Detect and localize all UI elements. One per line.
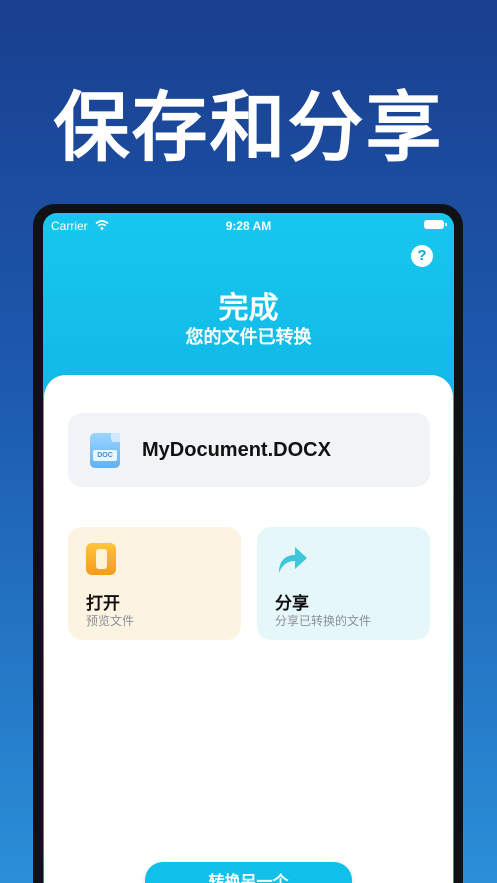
share-arrow-icon [279,547,307,573]
battery-icon [424,220,447,229]
open-file-icon [86,543,116,575]
hero-title: 保存和分享 [53,83,444,172]
app-screen: Carrier 9:28 AM ? 完成 您的文件已转换 DOC MyDocum… [43,213,454,883]
clock: 9:28 AM [225,219,272,233]
share-subtitle: 分享已转换的文件 [275,614,372,628]
convert-another-button[interactable]: 转换另一个 [145,862,352,883]
share-button[interactable]: 分享 分享已转换的文件 [257,527,430,640]
doc-file-tag: DOC [93,450,117,461]
open-title: 打开 [86,594,120,614]
status-bar: Carrier 9:28 AM [43,213,454,237]
page-subtitle: 您的文件已转换 [185,327,312,348]
open-subtitle: 预览文件 [86,614,135,628]
file-card[interactable]: DOC MyDocument.DOCX [68,413,430,487]
result-sheet: DOC MyDocument.DOCX 打开 预览文件 分享 分享已转换的文件 [44,375,453,883]
file-name: MyDocument.DOCX [142,439,331,461]
open-button[interactable]: 打开 预览文件 [68,527,241,640]
doc-file-icon: DOC [90,433,120,468]
share-title: 分享 [275,594,309,614]
page-title: 完成 [218,291,279,326]
help-icon[interactable]: ? [411,245,433,267]
